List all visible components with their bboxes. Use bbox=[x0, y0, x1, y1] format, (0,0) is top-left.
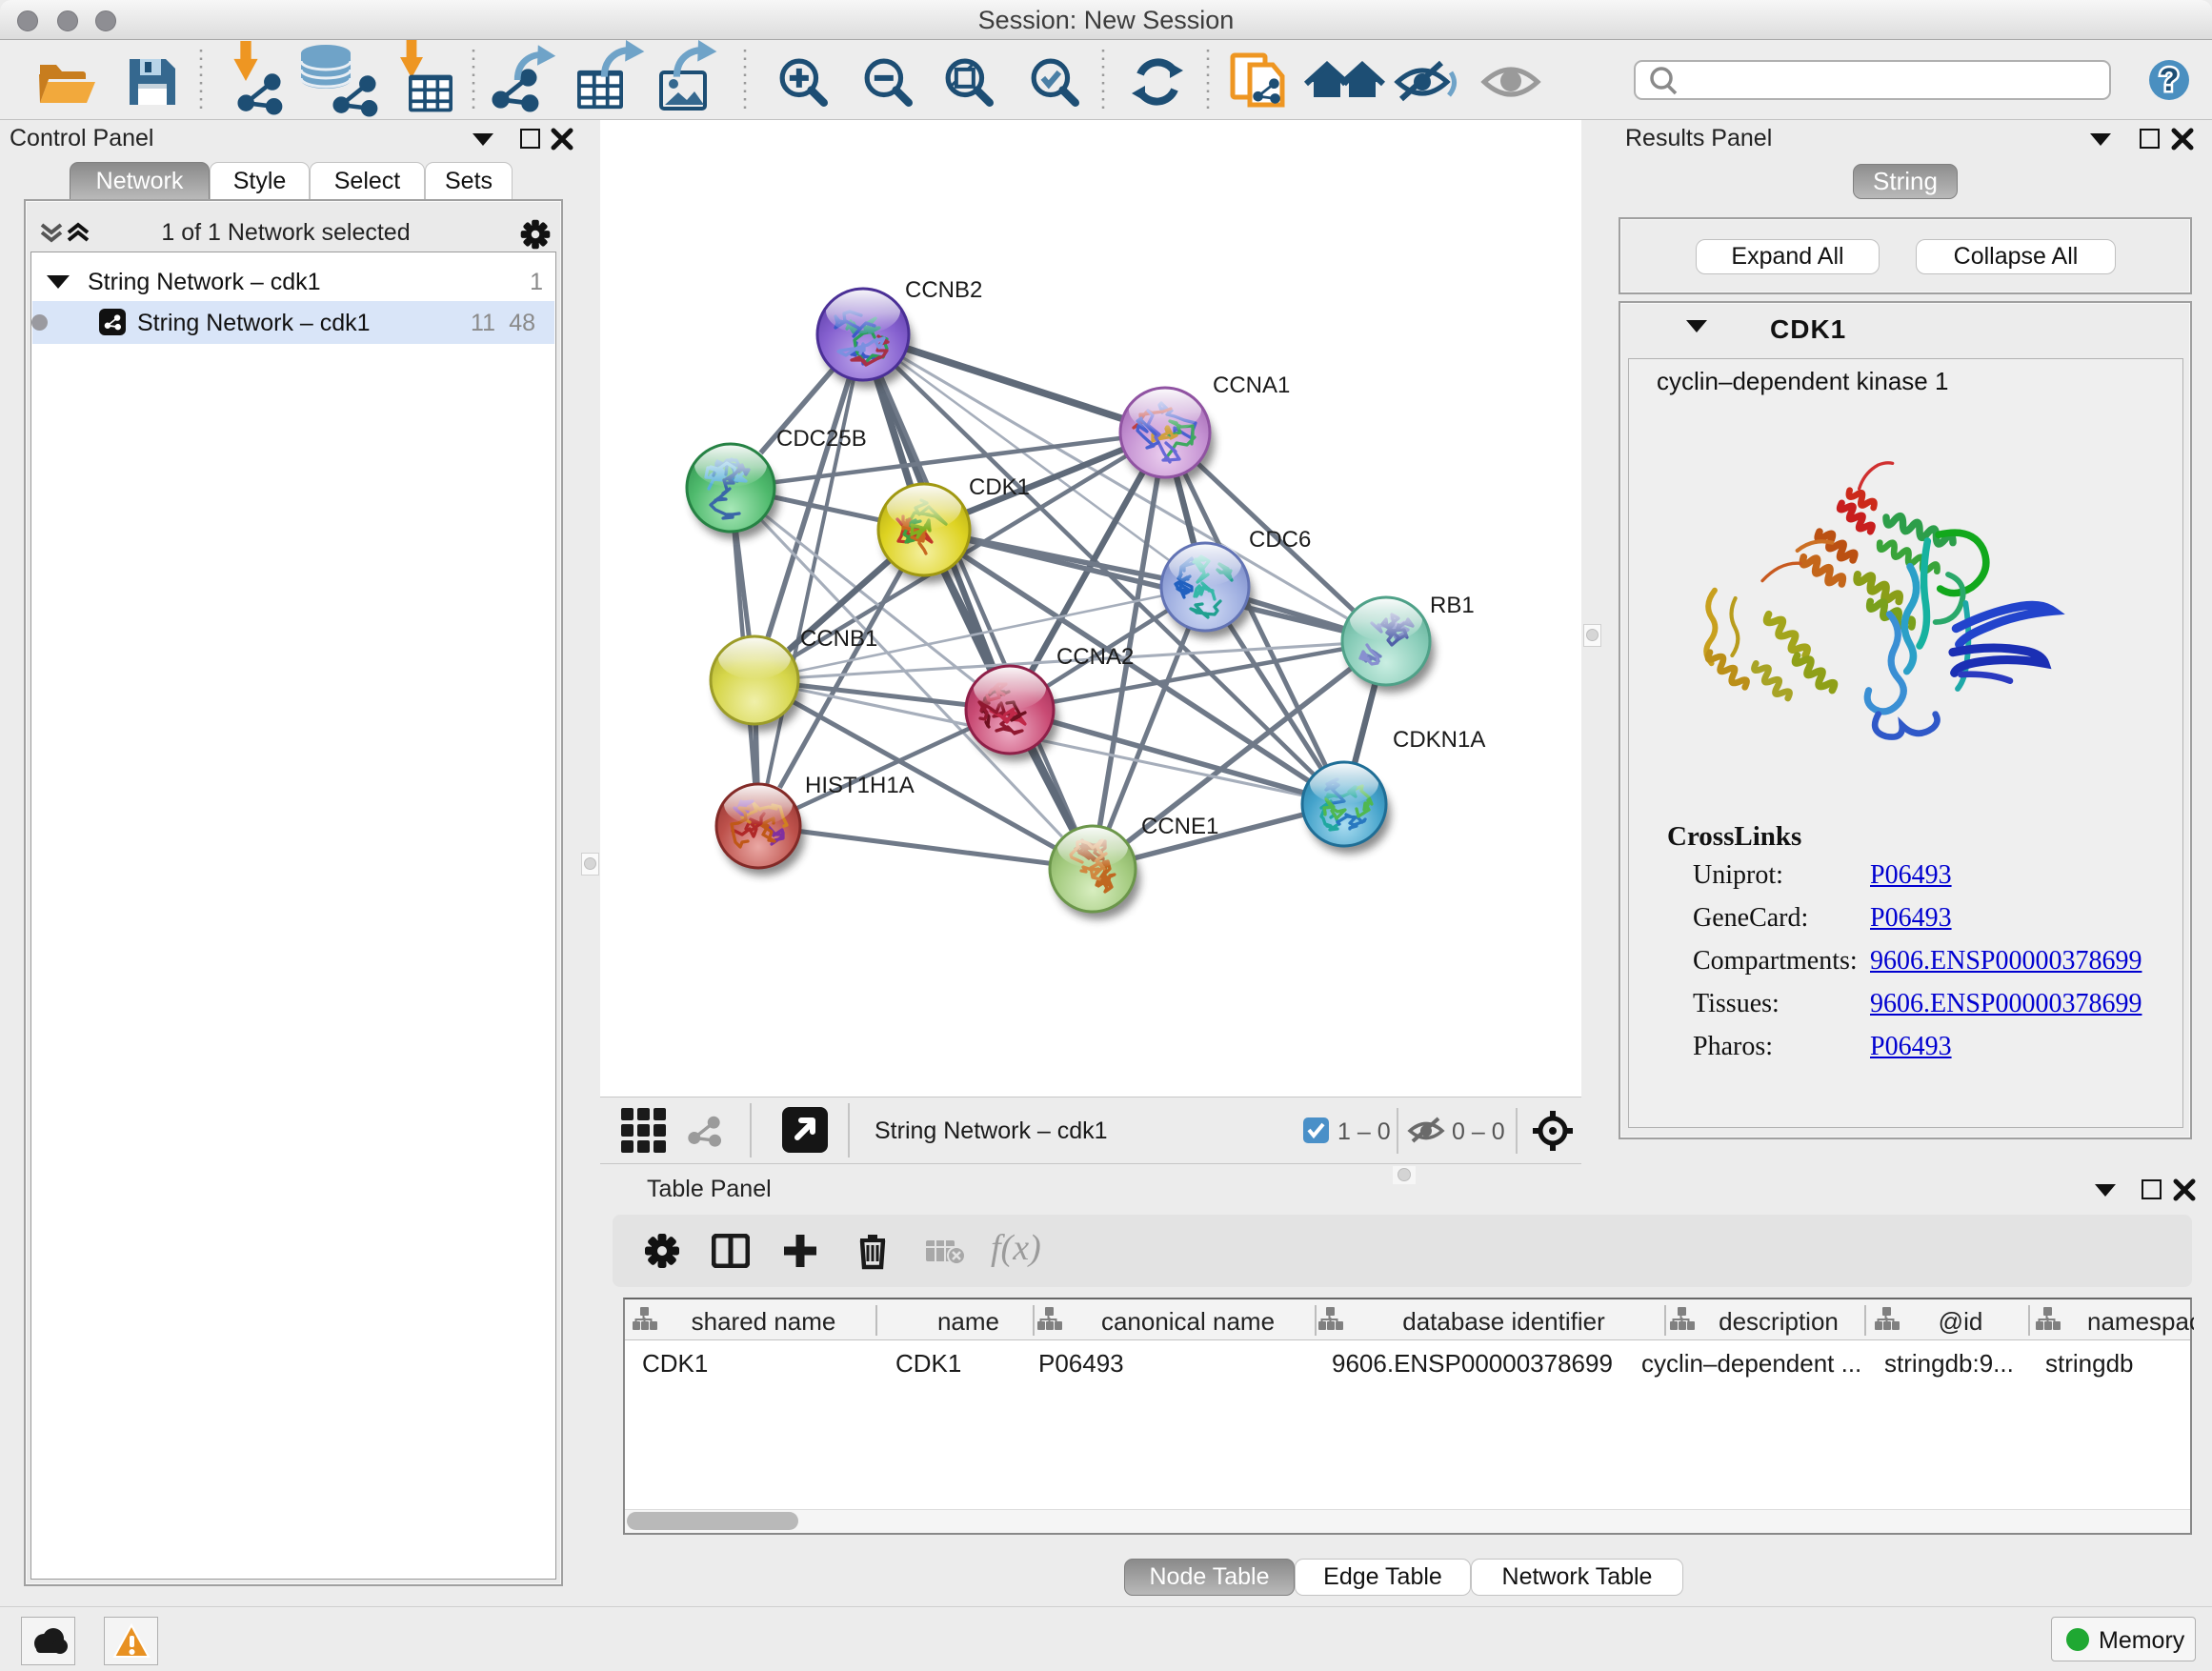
svg-text:CDC6: CDC6 bbox=[1249, 527, 1311, 553]
svg-text:CCNB1: CCNB1 bbox=[800, 626, 877, 652]
svg-text:?: ? bbox=[2160, 62, 2180, 98]
svg-text:CDK1: CDK1 bbox=[969, 474, 1030, 500]
svg-text:HIST1H1A: HIST1H1A bbox=[805, 773, 915, 798]
svg-text:CDKN1A: CDKN1A bbox=[1393, 727, 1485, 753]
svg-text:CCNA1: CCNA1 bbox=[1213, 372, 1290, 398]
svg-text:RB1: RB1 bbox=[1430, 593, 1475, 618]
svg-text:CDC25B: CDC25B bbox=[776, 426, 867, 452]
svg-text:CCNB2: CCNB2 bbox=[905, 277, 982, 303]
svg-text:CCNA2: CCNA2 bbox=[1056, 644, 1134, 670]
svg-text:CCNE1: CCNE1 bbox=[1141, 814, 1218, 839]
